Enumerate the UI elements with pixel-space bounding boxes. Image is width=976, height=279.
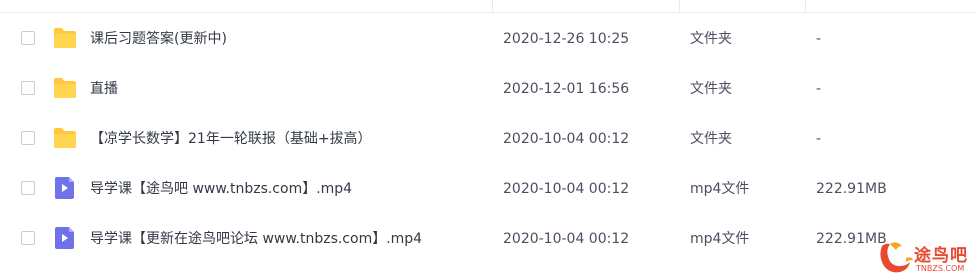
folder-icon	[53, 77, 77, 99]
file-name[interactable]: 导学课【途鸟吧 www.tnbzs.com】.mp4	[90, 164, 352, 214]
file-modified: 2020-10-04 00:12	[503, 131, 630, 147]
file-row[interactable]: 导学课【更新在途鸟吧论坛 www.tnbzs.com】.mp4 2020-10-…	[0, 214, 976, 264]
folder-icon	[53, 27, 77, 49]
file-row[interactable]: 【凉学长数学】21年一轮联报（基础+拔高） 2020-10-04 00:12 文…	[0, 114, 976, 164]
bird-logo-icon	[880, 242, 913, 273]
row-checkbox[interactable]	[21, 131, 35, 145]
row-checkbox[interactable]	[21, 31, 35, 45]
watermark-url: TNBZS.COM	[916, 264, 965, 273]
file-type: mp4文件	[690, 231, 750, 247]
file-size: -	[816, 81, 822, 97]
file-size: -	[816, 131, 822, 147]
header-divider[interactable]	[805, 0, 806, 12]
file-type: mp4文件	[690, 181, 750, 197]
file-name[interactable]: 导学课【更新在途鸟吧论坛 www.tnbzs.com】.mp4	[90, 214, 422, 264]
file-type: 文件夹	[690, 81, 732, 97]
row-checkbox[interactable]	[21, 231, 35, 245]
column-header	[0, 0, 976, 13]
header-divider[interactable]	[492, 0, 493, 12]
file-modified: 2020-10-04 00:12	[503, 231, 630, 247]
file-list: 课后习题答案(更新中) 2020-12-26 10:25 文件夹 - 直播 20…	[0, 0, 976, 279]
file-row[interactable]: 导学课【途鸟吧 www.tnbzs.com】.mp4 2020-10-04 00…	[0, 164, 976, 214]
file-type: 文件夹	[690, 31, 732, 47]
file-row[interactable]: 课后习题答案(更新中) 2020-12-26 10:25 文件夹 -	[0, 14, 976, 64]
row-checkbox[interactable]	[21, 181, 35, 195]
file-name[interactable]: 课后习题答案(更新中)	[90, 14, 227, 64]
file-size: -	[816, 31, 822, 47]
file-modified: 2020-12-26 10:25	[503, 31, 630, 47]
file-row[interactable]: 直播 2020-12-01 16:56 文件夹 -	[0, 64, 976, 114]
file-type: 文件夹	[690, 131, 732, 147]
row-checkbox[interactable]	[21, 81, 35, 95]
video-file-icon	[53, 227, 77, 249]
header-divider[interactable]	[679, 0, 680, 12]
folder-icon	[53, 127, 77, 149]
file-size: 222.91MB	[816, 181, 887, 197]
watermark-text: 途鸟吧	[914, 246, 968, 266]
video-file-icon	[53, 177, 77, 199]
file-name[interactable]: 直播	[90, 64, 118, 114]
file-modified: 2020-10-04 00:12	[503, 181, 630, 197]
file-modified: 2020-12-01 16:56	[503, 81, 630, 97]
watermark-logo: 途鸟吧 TNBZS.COM	[876, 238, 976, 279]
file-name[interactable]: 【凉学长数学】21年一轮联报（基础+拔高）	[90, 114, 372, 164]
